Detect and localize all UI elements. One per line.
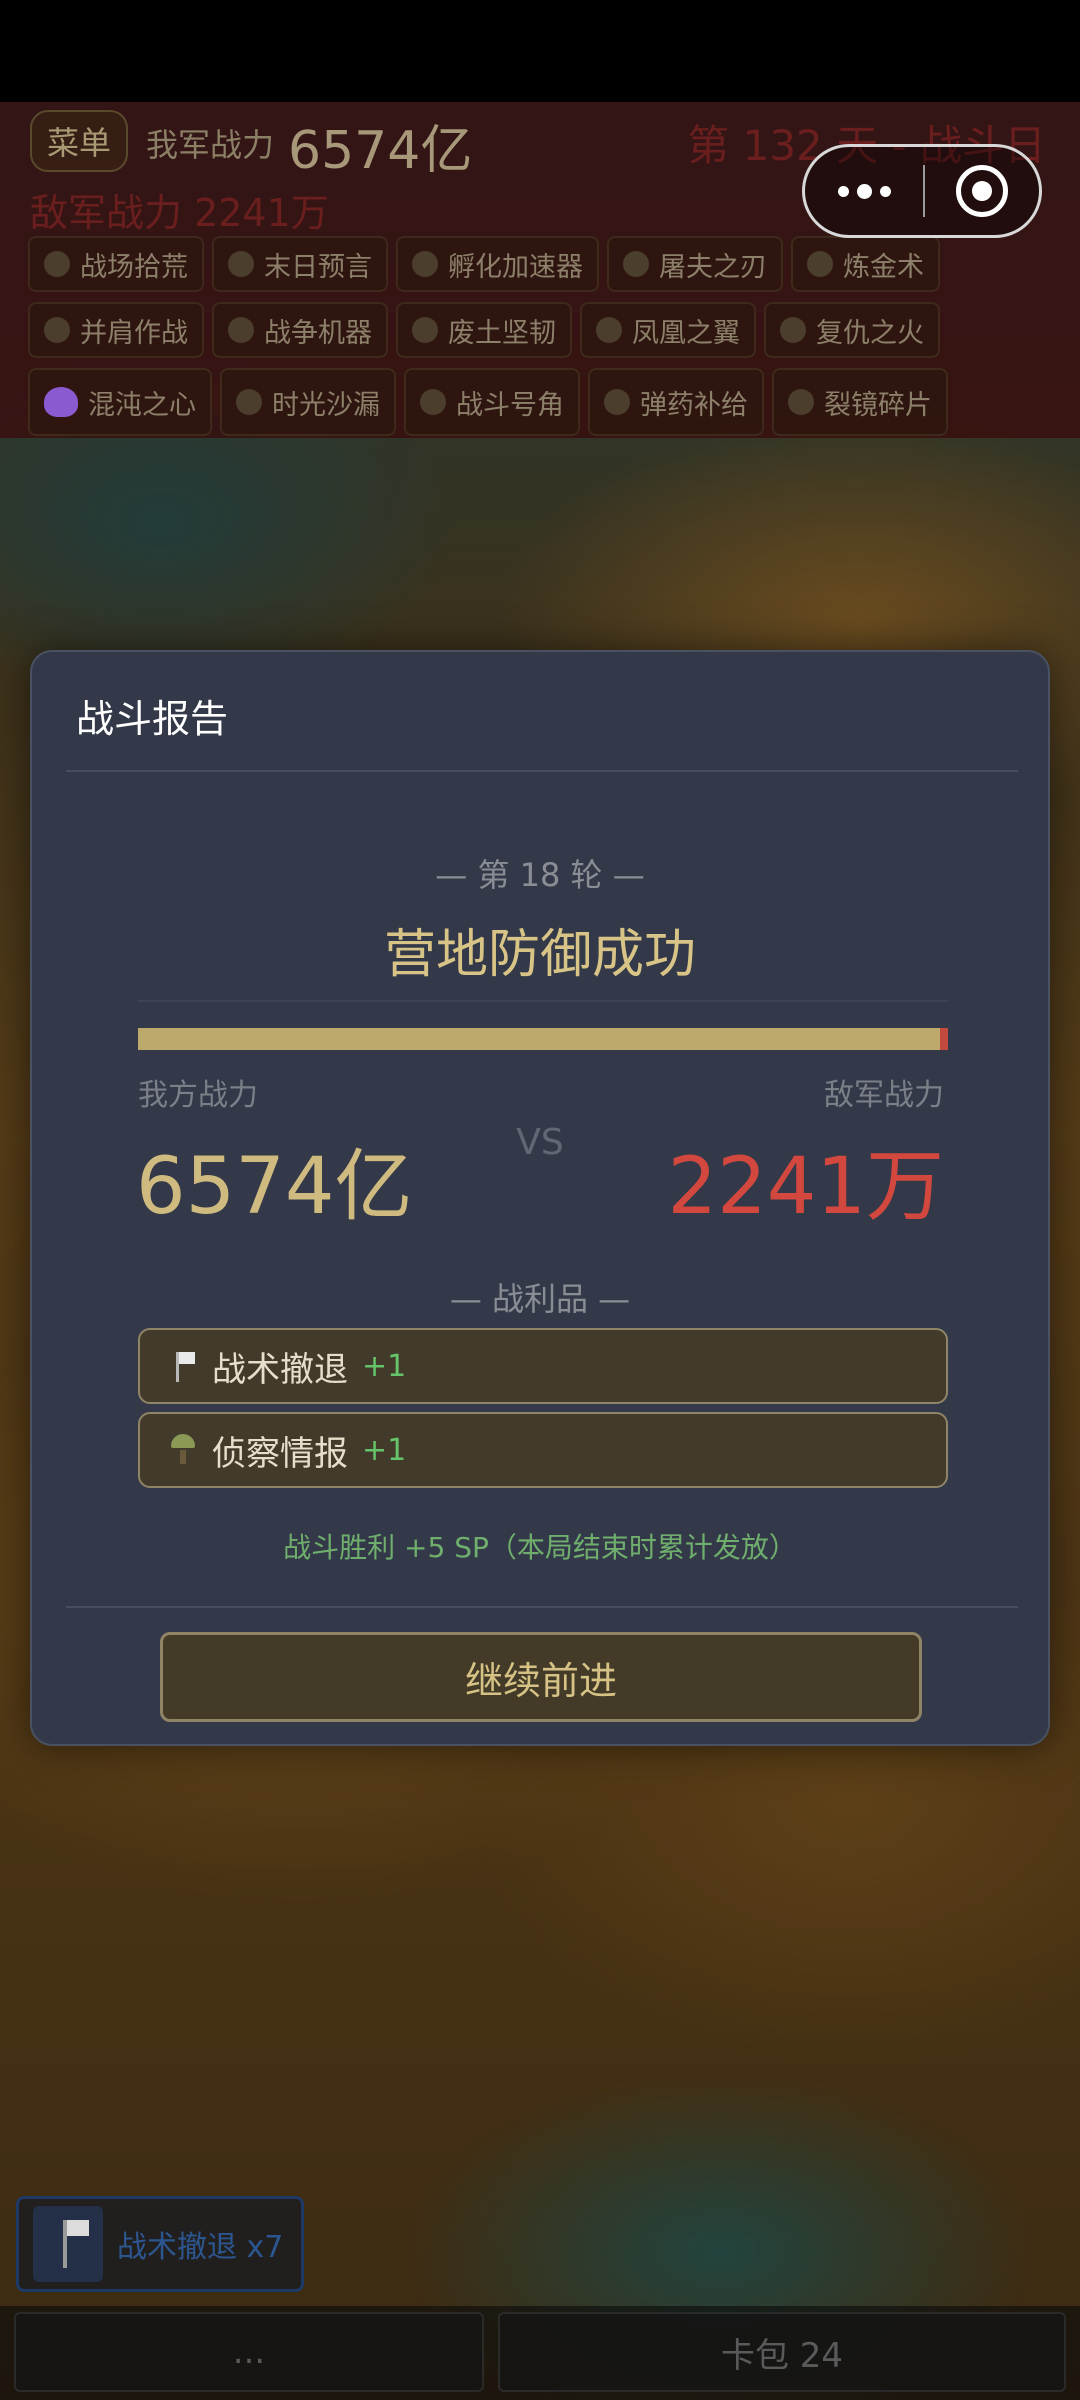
- buff-icon: [44, 251, 70, 277]
- parachute-icon: [168, 1432, 198, 1468]
- buff-chip[interactable]: 战斗号角: [404, 368, 580, 436]
- buff-label: 裂镜碎片: [824, 389, 932, 421]
- buff-icon: [807, 251, 833, 277]
- power-compare-bar: [138, 1028, 948, 1050]
- my-power-value: 6574亿: [288, 121, 473, 181]
- buff-row: 并肩作战 战争机器 废土坚韧 凤凰之翼 复仇之火: [28, 302, 1068, 358]
- buff-chip[interactable]: 时光沙漏: [220, 368, 396, 436]
- buff-label: 战斗号角: [456, 389, 564, 421]
- buff-icon: [228, 251, 254, 277]
- buff-label: 战场拾荒: [80, 251, 188, 283]
- loot-item: 战术撤退 +1: [138, 1328, 948, 1404]
- enemy-side-label: 敌军战力: [824, 1078, 944, 1113]
- buff-label: 末日预言: [264, 251, 372, 283]
- flag-icon: [168, 1348, 198, 1384]
- buff-icon: [623, 251, 649, 277]
- loot-item: 侦察情报 +1: [138, 1412, 948, 1488]
- buff-label: 炼金术: [843, 251, 924, 283]
- buff-icon: [412, 317, 438, 343]
- loot-name: 战术撤退: [212, 1349, 348, 1390]
- buff-label: 混沌之心: [88, 389, 196, 421]
- menu-button[interactable]: 菜单: [30, 110, 128, 172]
- buff-chips: 战场拾荒 末日预言 孵化加速器 屠夫之刃 炼金术 并肩作战 战争机器 废土坚韧 …: [28, 236, 1068, 446]
- buff-label: 凤凰之翼: [632, 317, 740, 349]
- buff-chip[interactable]: 复仇之火: [764, 302, 940, 358]
- buff-icon: [44, 317, 70, 343]
- buff-icon: [788, 389, 814, 415]
- buff-chip[interactable]: 屠夫之刃: [607, 236, 783, 292]
- target-close-icon[interactable]: [925, 147, 1039, 235]
- dialog-title: 战斗报告: [76, 697, 229, 741]
- buff-icon: [780, 317, 806, 343]
- buff-label: 并肩作战: [80, 317, 188, 349]
- buff-chip[interactable]: 末日预言: [212, 236, 388, 292]
- buff-label: 时光沙漏: [272, 389, 380, 421]
- card-pack-button[interactable]: 卡包 24: [498, 2312, 1066, 2392]
- buff-label: 屠夫之刃: [659, 251, 767, 283]
- my-power-label: 我军战力: [146, 126, 275, 164]
- buff-label: 孵化加速器: [448, 251, 583, 283]
- buff-label: 废土坚韧: [448, 317, 556, 349]
- battle-report-dialog: 战斗报告 — 第 18 轮 — 营地防御成功 我方战力 敌军战力 VS 6574…: [30, 650, 1050, 1746]
- buff-icon: [420, 389, 446, 415]
- buff-chip[interactable]: 孵化加速器: [396, 236, 599, 292]
- buff-chip[interactable]: 裂镜碎片: [772, 368, 948, 436]
- divider: [66, 770, 1018, 772]
- loot-header: — 战利品 —: [449, 1280, 631, 1318]
- buff-row: 战场拾荒 末日预言 孵化加速器 屠夫之刃 炼金术: [28, 236, 1068, 292]
- heart-icon: [44, 387, 78, 417]
- buff-chip[interactable]: 凤凰之翼: [580, 302, 756, 358]
- buff-chip[interactable]: 混沌之心: [28, 368, 212, 436]
- continue-button[interactable]: 继续前进: [160, 1632, 922, 1722]
- buff-chip[interactable]: 并肩作战: [28, 302, 204, 358]
- buff-icon: [228, 317, 254, 343]
- buff-chip[interactable]: 废土坚韧: [396, 302, 572, 358]
- divider: [66, 1606, 1018, 1608]
- buff-label: 弹药补给: [640, 389, 748, 421]
- loot-count: +1: [362, 1432, 407, 1468]
- result-title: 营地防御成功: [383, 925, 696, 985]
- status-bar-area: [0, 0, 1080, 102]
- retreat-card[interactable]: 战术撤退 x7: [16, 2196, 304, 2292]
- enemy-power-label: 敌军战力 2241万: [30, 191, 329, 235]
- buff-chip[interactable]: 战场拾荒: [28, 236, 204, 292]
- round-label: — 第 18 轮 —: [435, 856, 645, 894]
- miniprogram-capsule: [802, 144, 1042, 238]
- more-button[interactable]: ...: [14, 2312, 484, 2392]
- buff-chip[interactable]: 战争机器: [212, 302, 388, 358]
- buff-icon: [596, 317, 622, 343]
- buff-icon: [412, 251, 438, 277]
- buff-label: 复仇之火: [816, 317, 924, 349]
- enemy-power-big: 2241万: [667, 1142, 944, 1232]
- buff-chip[interactable]: 炼金术: [791, 236, 940, 292]
- flag-icon: [33, 2206, 103, 2282]
- buff-label: 战争机器: [264, 317, 372, 349]
- my-power-fill: [138, 1028, 940, 1050]
- buff-row: 混沌之心 时光沙漏 战斗号角 弹药补给 裂镜碎片: [28, 368, 1068, 436]
- buff-icon: [236, 389, 262, 415]
- loot-count: +1: [362, 1348, 407, 1384]
- retreat-card-label: 战术撤退 x7: [117, 2230, 284, 2265]
- buff-icon: [604, 389, 630, 415]
- buff-chip[interactable]: 弹药补给: [588, 368, 764, 436]
- victory-note: 战斗胜利 +5 SP（本局结束时累计发放）: [283, 1531, 797, 1564]
- my-side-label: 我方战力: [138, 1078, 258, 1113]
- divider: [138, 1000, 948, 1002]
- my-power-big: 6574亿: [136, 1142, 413, 1232]
- loot-name: 侦察情报: [212, 1433, 348, 1474]
- more-dots-icon[interactable]: [805, 147, 923, 235]
